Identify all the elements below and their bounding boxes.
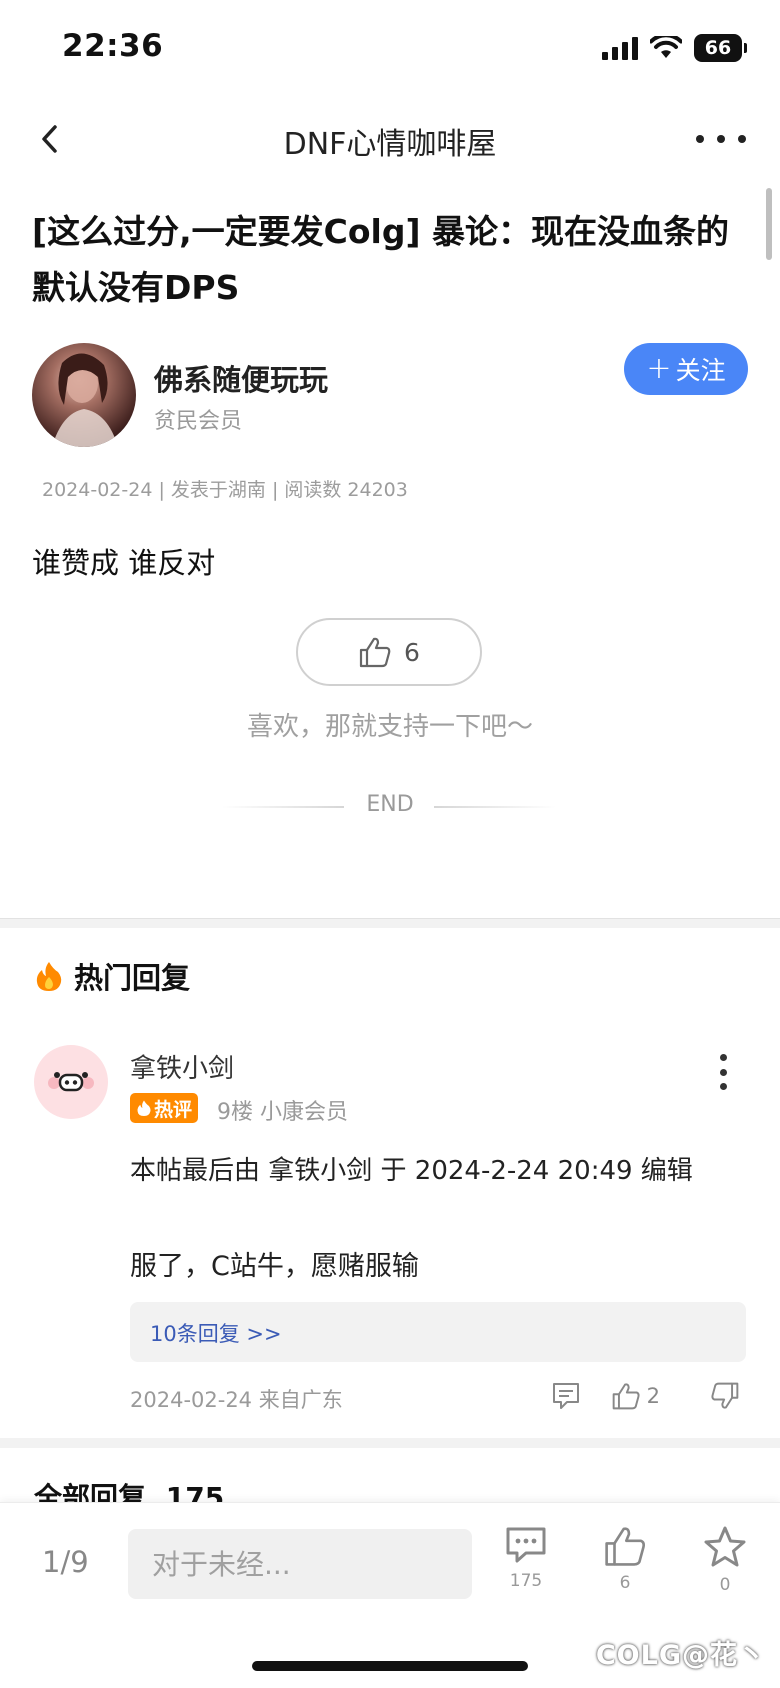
status-icons: 66 (602, 34, 747, 62)
comment-icon (552, 1383, 579, 1409)
watermark: COLG@花丶 (595, 1640, 766, 1671)
more-options-button[interactable] (696, 119, 746, 159)
hot-comment-badge: 热评 (130, 1093, 199, 1123)
thumbs-up-icon (605, 1527, 646, 1566)
thumbs-down-icon (711, 1382, 739, 1409)
comments-button[interactable]: 175 (491, 1525, 561, 1615)
reply-actions: 2 (551, 1376, 740, 1416)
status-bar: 22:36 66 (0, 0, 780, 100)
pig-face-icon (48, 1072, 94, 1092)
section-divider (0, 918, 780, 928)
nav-bar: DNF心情咖啡屋 (0, 105, 780, 175)
reply-author-name[interactable]: 拿铁小剑 (130, 1048, 234, 1085)
comment-icon (506, 1527, 546, 1563)
comments-count: 175 (509, 1571, 543, 1591)
avatar-photo-image (52, 353, 118, 447)
reply-more-button[interactable] (718, 1054, 728, 1090)
reply-avatar[interactable] (34, 1045, 108, 1119)
thumbs-up-icon (612, 1383, 640, 1410)
subreplies-link[interactable]: 10条回复 >> (130, 1302, 746, 1362)
subreplies-label: 10条回复 >> (150, 1322, 282, 1346)
thumbs-up-icon (359, 637, 391, 668)
reply-date-location: 2024-02-24 来自广东 (130, 1388, 343, 1412)
post-body: 谁赞成 谁反对 (32, 546, 216, 580)
author-avatar[interactable] (32, 343, 136, 447)
bottom-bar: 1/9 175 6 0 COLG@花丶 (0, 1502, 780, 1688)
hot-replies-title: 热门回复 (74, 961, 191, 995)
page-title: DNF心情咖啡屋 (283, 127, 497, 162)
hot-reply-item: 拿铁小剑 热评 9楼 小康会员 本帖最后由 拿铁小剑 于 2024-2-24 2… (0, 1040, 780, 1420)
star-icon (704, 1526, 746, 1567)
section-divider-2 (0, 1438, 780, 1448)
author-section: 佛系随便玩玩 贫民会员 + 关注 (32, 343, 748, 448)
scrollbar[interactable] (766, 188, 772, 260)
reply-comment-button[interactable] (551, 1381, 581, 1411)
reply-like-button[interactable]: 2 (611, 1381, 660, 1411)
post-meta: 2024-02-24 | 发表于湖南 | 阅读数 24203 (42, 479, 408, 501)
vertical-dots-icon (719, 1054, 727, 1061)
favorite-count: 0 (719, 1575, 731, 1595)
favorite-button[interactable]: 0 (690, 1525, 760, 1615)
hot-replies-header: 热门回复 (34, 955, 190, 997)
home-indicator[interactable] (252, 1661, 528, 1671)
reply-floor-rank: 9楼 小康会员 (217, 1100, 348, 1125)
like-count: 6 (619, 1573, 631, 1593)
reply-edit-note: 本帖最后由 拿铁小剑 于 2024-2-24 20:49 编辑 (130, 1156, 693, 1186)
end-label: END (366, 792, 414, 817)
author-name[interactable]: 佛系随便玩玩 (154, 357, 328, 399)
post-like-button[interactable]: 6 (296, 618, 482, 686)
reply-like-count: 2 (646, 1384, 660, 1408)
reply-dislike-button[interactable] (710, 1381, 740, 1411)
hot-badge-label: 热评 (154, 1098, 193, 1121)
author-rank: 贫民会员 (154, 409, 243, 434)
status-time: 22:36 (62, 28, 164, 64)
fire-icon (36, 962, 62, 991)
wifi-icon (650, 36, 682, 58)
page-indicator[interactable]: 1/9 (42, 1545, 89, 1579)
follow-label: 关注 (675, 356, 726, 385)
cellular-signal-icon (602, 36, 638, 60)
fire-icon (137, 1100, 151, 1116)
like-hint: 喜欢，那就支持一下吧～ (246, 712, 533, 742)
post-title: [这么过分,一定要发Colg] 暴论：现在没血条的默认没有DPS (32, 212, 730, 307)
follow-button[interactable]: + 关注 (624, 343, 748, 395)
plus-icon: + (646, 351, 672, 386)
battery-indicator: 66 (694, 34, 747, 62)
like-button[interactable]: 6 (590, 1525, 660, 1615)
post-like-count: 6 (404, 637, 420, 667)
comment-input[interactable] (128, 1529, 472, 1599)
more-dots-icon (696, 135, 704, 143)
reply-text: 服了，C站牛，愿赌服输 (130, 1251, 419, 1282)
